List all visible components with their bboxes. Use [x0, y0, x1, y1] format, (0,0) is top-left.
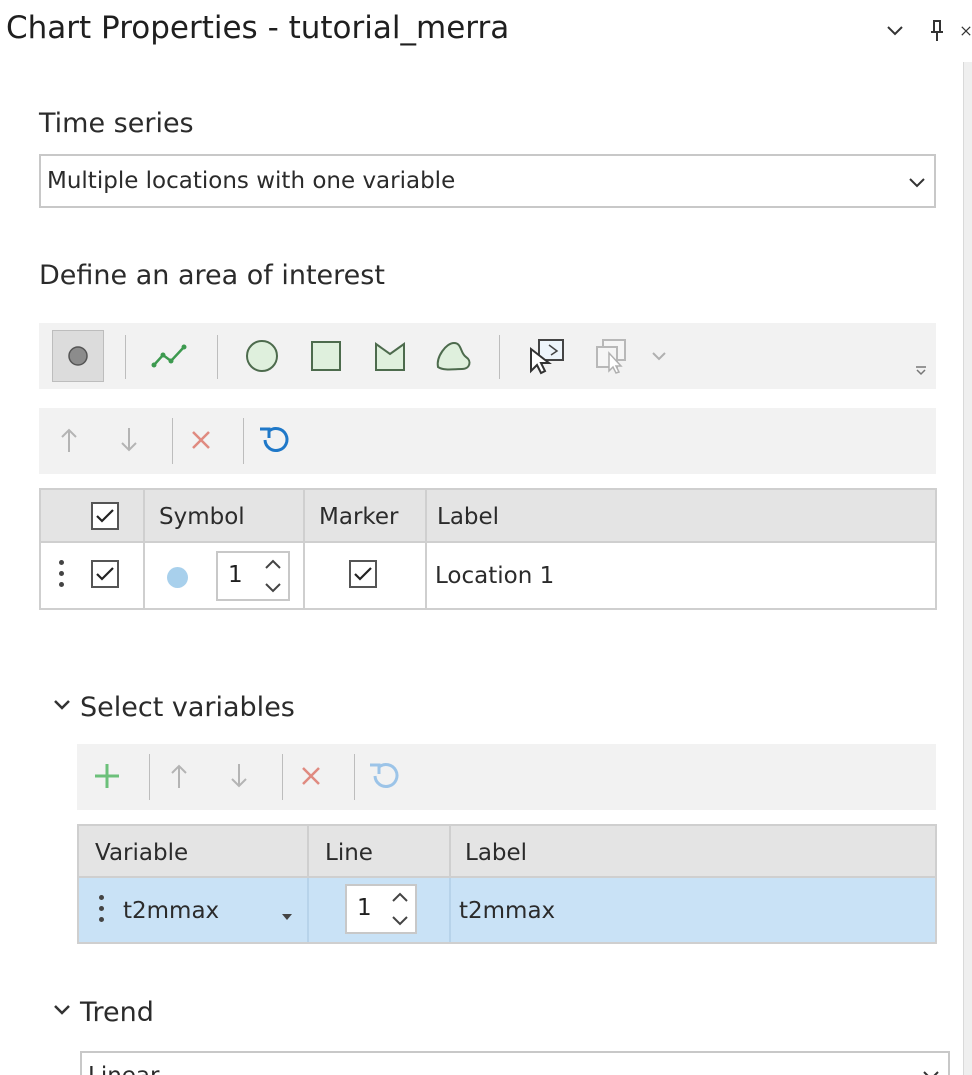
scrollbar[interactable]	[963, 62, 972, 1075]
locations-grid: Symbol Marker Label 1 Location 1	[39, 488, 937, 610]
reset-icon[interactable]	[362, 756, 406, 796]
rectangle-tool-icon[interactable]	[303, 333, 349, 379]
time-series-value: Multiple locations with one variable	[47, 168, 456, 194]
delete-icon[interactable]	[183, 420, 219, 460]
polygon-tool-icon[interactable]	[367, 333, 413, 379]
symbol-swatch[interactable]	[167, 567, 188, 588]
stepper-arrows-icon[interactable]	[262, 555, 284, 601]
title-bar: Chart Properties - tutorial_merra	[0, 0, 972, 62]
select-all-checkbox[interactable]	[91, 502, 119, 530]
location-label[interactable]: Location 1	[435, 563, 554, 589]
variable-dropdown[interactable]: t2mmax	[123, 898, 219, 924]
trend-heading[interactable]: Trend	[80, 997, 154, 1028]
chevron-down-icon[interactable]	[52, 1002, 72, 1021]
line-width-stepper[interactable]: 1	[345, 884, 417, 934]
separator	[149, 754, 150, 800]
column-header-label[interactable]: Label	[465, 840, 527, 866]
column-header-marker[interactable]: Marker	[319, 504, 399, 530]
window-title: Chart Properties - tutorial_merra	[6, 10, 510, 46]
pin-icon[interactable]	[924, 14, 950, 48]
separator	[217, 335, 218, 379]
column-header-variable[interactable]: Variable	[95, 840, 188, 866]
point-tool-icon[interactable]	[52, 330, 104, 382]
overflow-chevron-icon[interactable]	[911, 361, 931, 381]
area-of-interest-heading: Define an area of interest	[39, 260, 385, 291]
time-series-heading: Time series	[39, 108, 194, 139]
location-row-toolbar	[39, 408, 936, 474]
move-down-icon[interactable]	[221, 756, 257, 796]
select-variables-heading[interactable]: Select variables	[80, 692, 295, 723]
drawing-toolbar	[39, 323, 936, 389]
chevron-down-icon	[922, 1067, 940, 1075]
locations-grid-header: Symbol Marker Label	[41, 490, 935, 543]
time-series-dropdown[interactable]: Multiple locations with one variable	[39, 154, 936, 208]
add-icon[interactable]	[87, 756, 127, 796]
separator	[282, 754, 283, 800]
column-header-line[interactable]: Line	[325, 840, 373, 866]
freehand-tool-icon[interactable]	[431, 333, 477, 379]
row-checkbox[interactable]	[91, 560, 119, 588]
separator	[243, 418, 244, 464]
variables-grid-header: Variable Line Label	[79, 826, 935, 878]
close-icon[interactable]	[960, 14, 972, 48]
select-from-layer-icon[interactable]	[589, 333, 673, 379]
column-header-label[interactable]: Label	[437, 504, 499, 530]
symbol-size-stepper[interactable]: 1	[216, 551, 290, 601]
separator	[499, 335, 500, 379]
table-row[interactable]: t2mmax 1 t2mmax	[79, 878, 935, 942]
variables-grid: Variable Line Label t2mmax 1 t2mmax	[77, 824, 937, 944]
chevron-down-icon	[908, 174, 926, 193]
separator	[125, 335, 126, 379]
move-up-icon[interactable]	[161, 756, 197, 796]
variables-toolbar	[77, 744, 936, 810]
move-up-icon[interactable]	[51, 420, 87, 460]
trend-value: Linear	[88, 1063, 159, 1075]
drag-handle-icon[interactable]	[59, 560, 65, 590]
trend-dropdown[interactable]: Linear	[80, 1051, 950, 1075]
chevron-down-icon[interactable]	[882, 14, 908, 48]
delete-icon[interactable]	[293, 756, 329, 796]
marker-checkbox[interactable]	[349, 560, 377, 588]
column-header-symbol[interactable]: Symbol	[159, 504, 245, 530]
variable-label[interactable]: t2mmax	[459, 898, 555, 924]
circle-tool-icon[interactable]	[239, 333, 285, 379]
stepper-arrows-icon[interactable]	[389, 888, 411, 934]
separator	[354, 754, 355, 800]
select-features-icon[interactable]	[519, 333, 573, 379]
table-row[interactable]: 1 Location 1	[41, 543, 935, 608]
dropdown-arrow-icon[interactable]	[281, 906, 293, 925]
line-tool-icon[interactable]	[147, 333, 193, 379]
separator	[172, 418, 173, 464]
reset-icon[interactable]	[252, 420, 296, 460]
move-down-icon[interactable]	[111, 420, 147, 460]
drag-handle-icon[interactable]	[99, 895, 105, 925]
chevron-down-icon[interactable]	[52, 697, 72, 716]
